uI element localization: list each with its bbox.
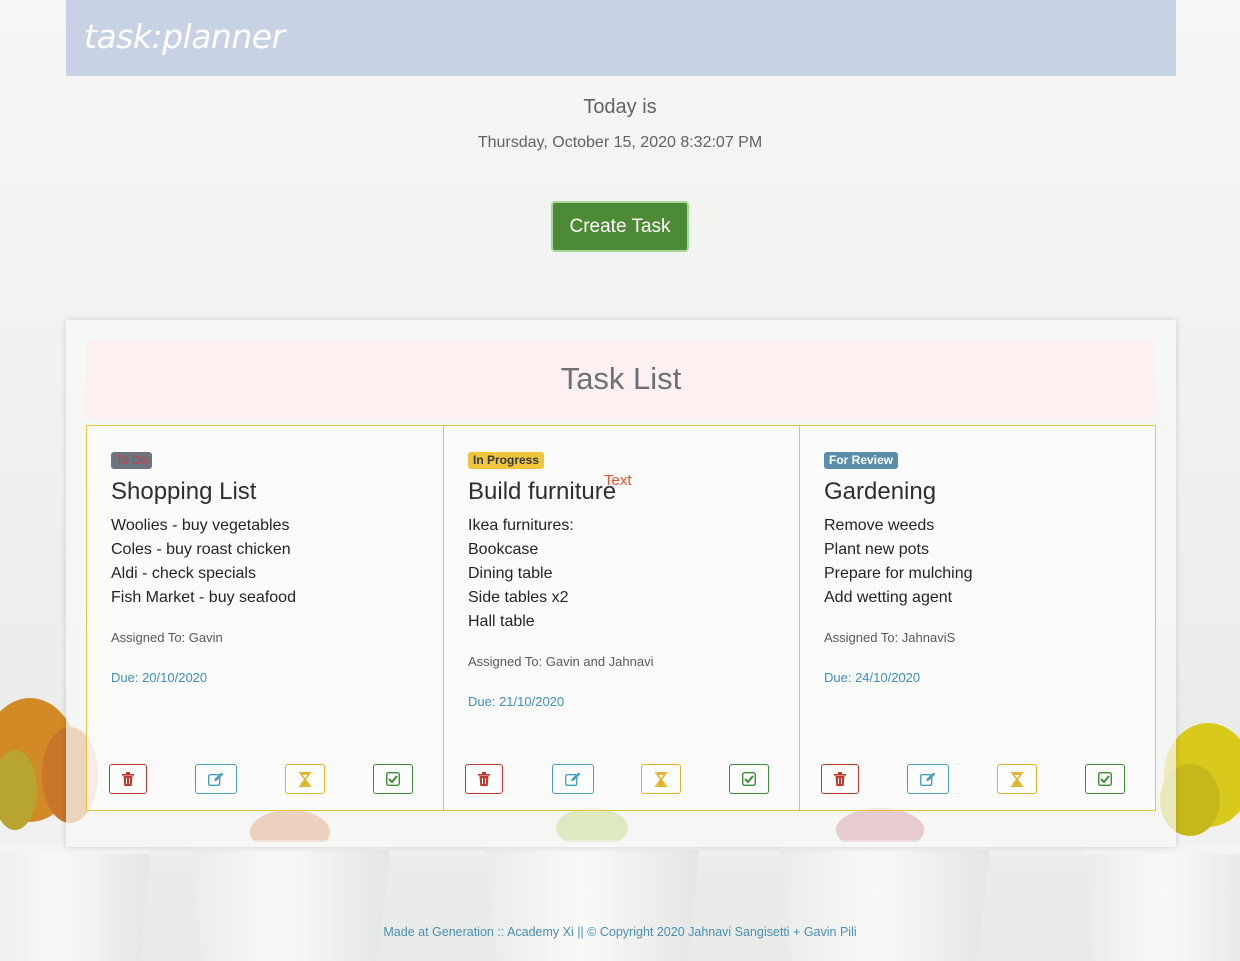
task-line: Plant new pots xyxy=(824,541,929,558)
task-assignee: Assigned To: Gavin xyxy=(111,630,223,645)
task-line: Woolies - buy vegetables xyxy=(111,517,290,534)
check-square-icon xyxy=(742,772,756,786)
mark-in-progress-button[interactable] xyxy=(641,764,681,794)
trash-icon xyxy=(478,772,490,786)
task-line: Side tables x2 xyxy=(468,589,569,606)
task-due-date: Due: 20/10/2020 xyxy=(111,670,208,685)
current-datetime: Thursday, October 15, 2020 8:32:07 PM xyxy=(477,134,763,151)
task-line: Add wetting agent xyxy=(824,589,953,606)
edit-icon xyxy=(920,772,936,786)
hourglass-icon xyxy=(655,771,667,787)
task-description: Ikea furnitures: Bookcase Dining table S… xyxy=(468,514,574,634)
task-card-gardening: For Review Gardening Remove weeds Plant … xyxy=(799,425,1156,811)
task-line: Aldi - check specials xyxy=(111,565,256,582)
task-due-date: Due: 21/10/2020 xyxy=(468,694,565,709)
task-line: Dining table xyxy=(468,565,553,582)
task-list-title: Task List xyxy=(86,340,1156,418)
today-label: Today is xyxy=(583,96,657,118)
task-line: Hall table xyxy=(468,613,535,630)
task-description: Remove weeds Plant new pots Prepare for … xyxy=(824,514,973,610)
delete-task-button[interactable] xyxy=(821,764,859,794)
task-description: Woolies - buy vegetables Coles - buy roa… xyxy=(111,514,296,610)
status-badge: For Review xyxy=(824,452,899,469)
trash-icon xyxy=(834,772,846,786)
task-card-shopping-list: To Do Shopping List Woolies - buy vegeta… xyxy=(86,425,444,811)
task-line: Coles - buy roast chicken xyxy=(111,541,291,558)
status-badge: To Do xyxy=(111,452,153,469)
hourglass-icon xyxy=(1011,771,1023,787)
edit-icon xyxy=(208,772,224,786)
task-actions xyxy=(800,764,1155,794)
edit-task-button[interactable] xyxy=(195,764,237,794)
task-assignee: Assigned To: Gavin and Jahnavi xyxy=(468,654,654,669)
delete-task-button[interactable] xyxy=(109,764,147,794)
mark-in-progress-button[interactable] xyxy=(997,764,1037,794)
footer-credits: Made at Generation :: Academy Xi || © Co… xyxy=(383,925,857,939)
delete-task-button[interactable] xyxy=(465,764,503,794)
brand-logo[interactable]: task:planner xyxy=(84,17,285,56)
text-marker: Text xyxy=(604,472,632,489)
status-badge: In Progress xyxy=(468,452,545,469)
task-due-date: Due: 24/10/2020 xyxy=(824,670,921,685)
edit-icon xyxy=(565,772,581,786)
task-line: Remove weeds xyxy=(824,517,935,534)
check-square-icon xyxy=(1098,772,1112,786)
edit-task-button[interactable] xyxy=(552,764,594,794)
mark-in-progress-button[interactable] xyxy=(285,764,325,794)
task-card-build-furniture: In Progress Build furniture Text Ikea fu… xyxy=(443,425,800,811)
edit-task-button[interactable] xyxy=(907,764,949,794)
header-bar: task:planner xyxy=(66,0,1176,76)
mark-complete-button[interactable] xyxy=(729,764,769,794)
task-line: Bookcase xyxy=(468,541,539,558)
mark-complete-button[interactable] xyxy=(373,764,413,794)
task-assignee: Assigned To: JahnaviS xyxy=(824,630,956,645)
task-list-panel: Task List To Do Shopping List Woolies - … xyxy=(66,320,1176,847)
task-title: Gardening xyxy=(824,478,937,505)
hourglass-icon xyxy=(299,771,311,787)
mark-complete-button[interactable] xyxy=(1085,764,1125,794)
task-line: Ikea furnitures: xyxy=(468,517,574,534)
check-square-icon xyxy=(386,772,400,786)
task-title: Shopping List xyxy=(111,478,257,505)
task-actions xyxy=(444,764,799,794)
task-actions xyxy=(87,764,443,794)
task-line: Fish Market - buy seafood xyxy=(111,589,296,606)
create-task-button[interactable]: Create Task xyxy=(551,201,689,252)
trash-icon xyxy=(122,772,134,786)
task-title: Build furniture xyxy=(468,478,617,505)
task-line: Prepare for mulching xyxy=(824,565,973,582)
